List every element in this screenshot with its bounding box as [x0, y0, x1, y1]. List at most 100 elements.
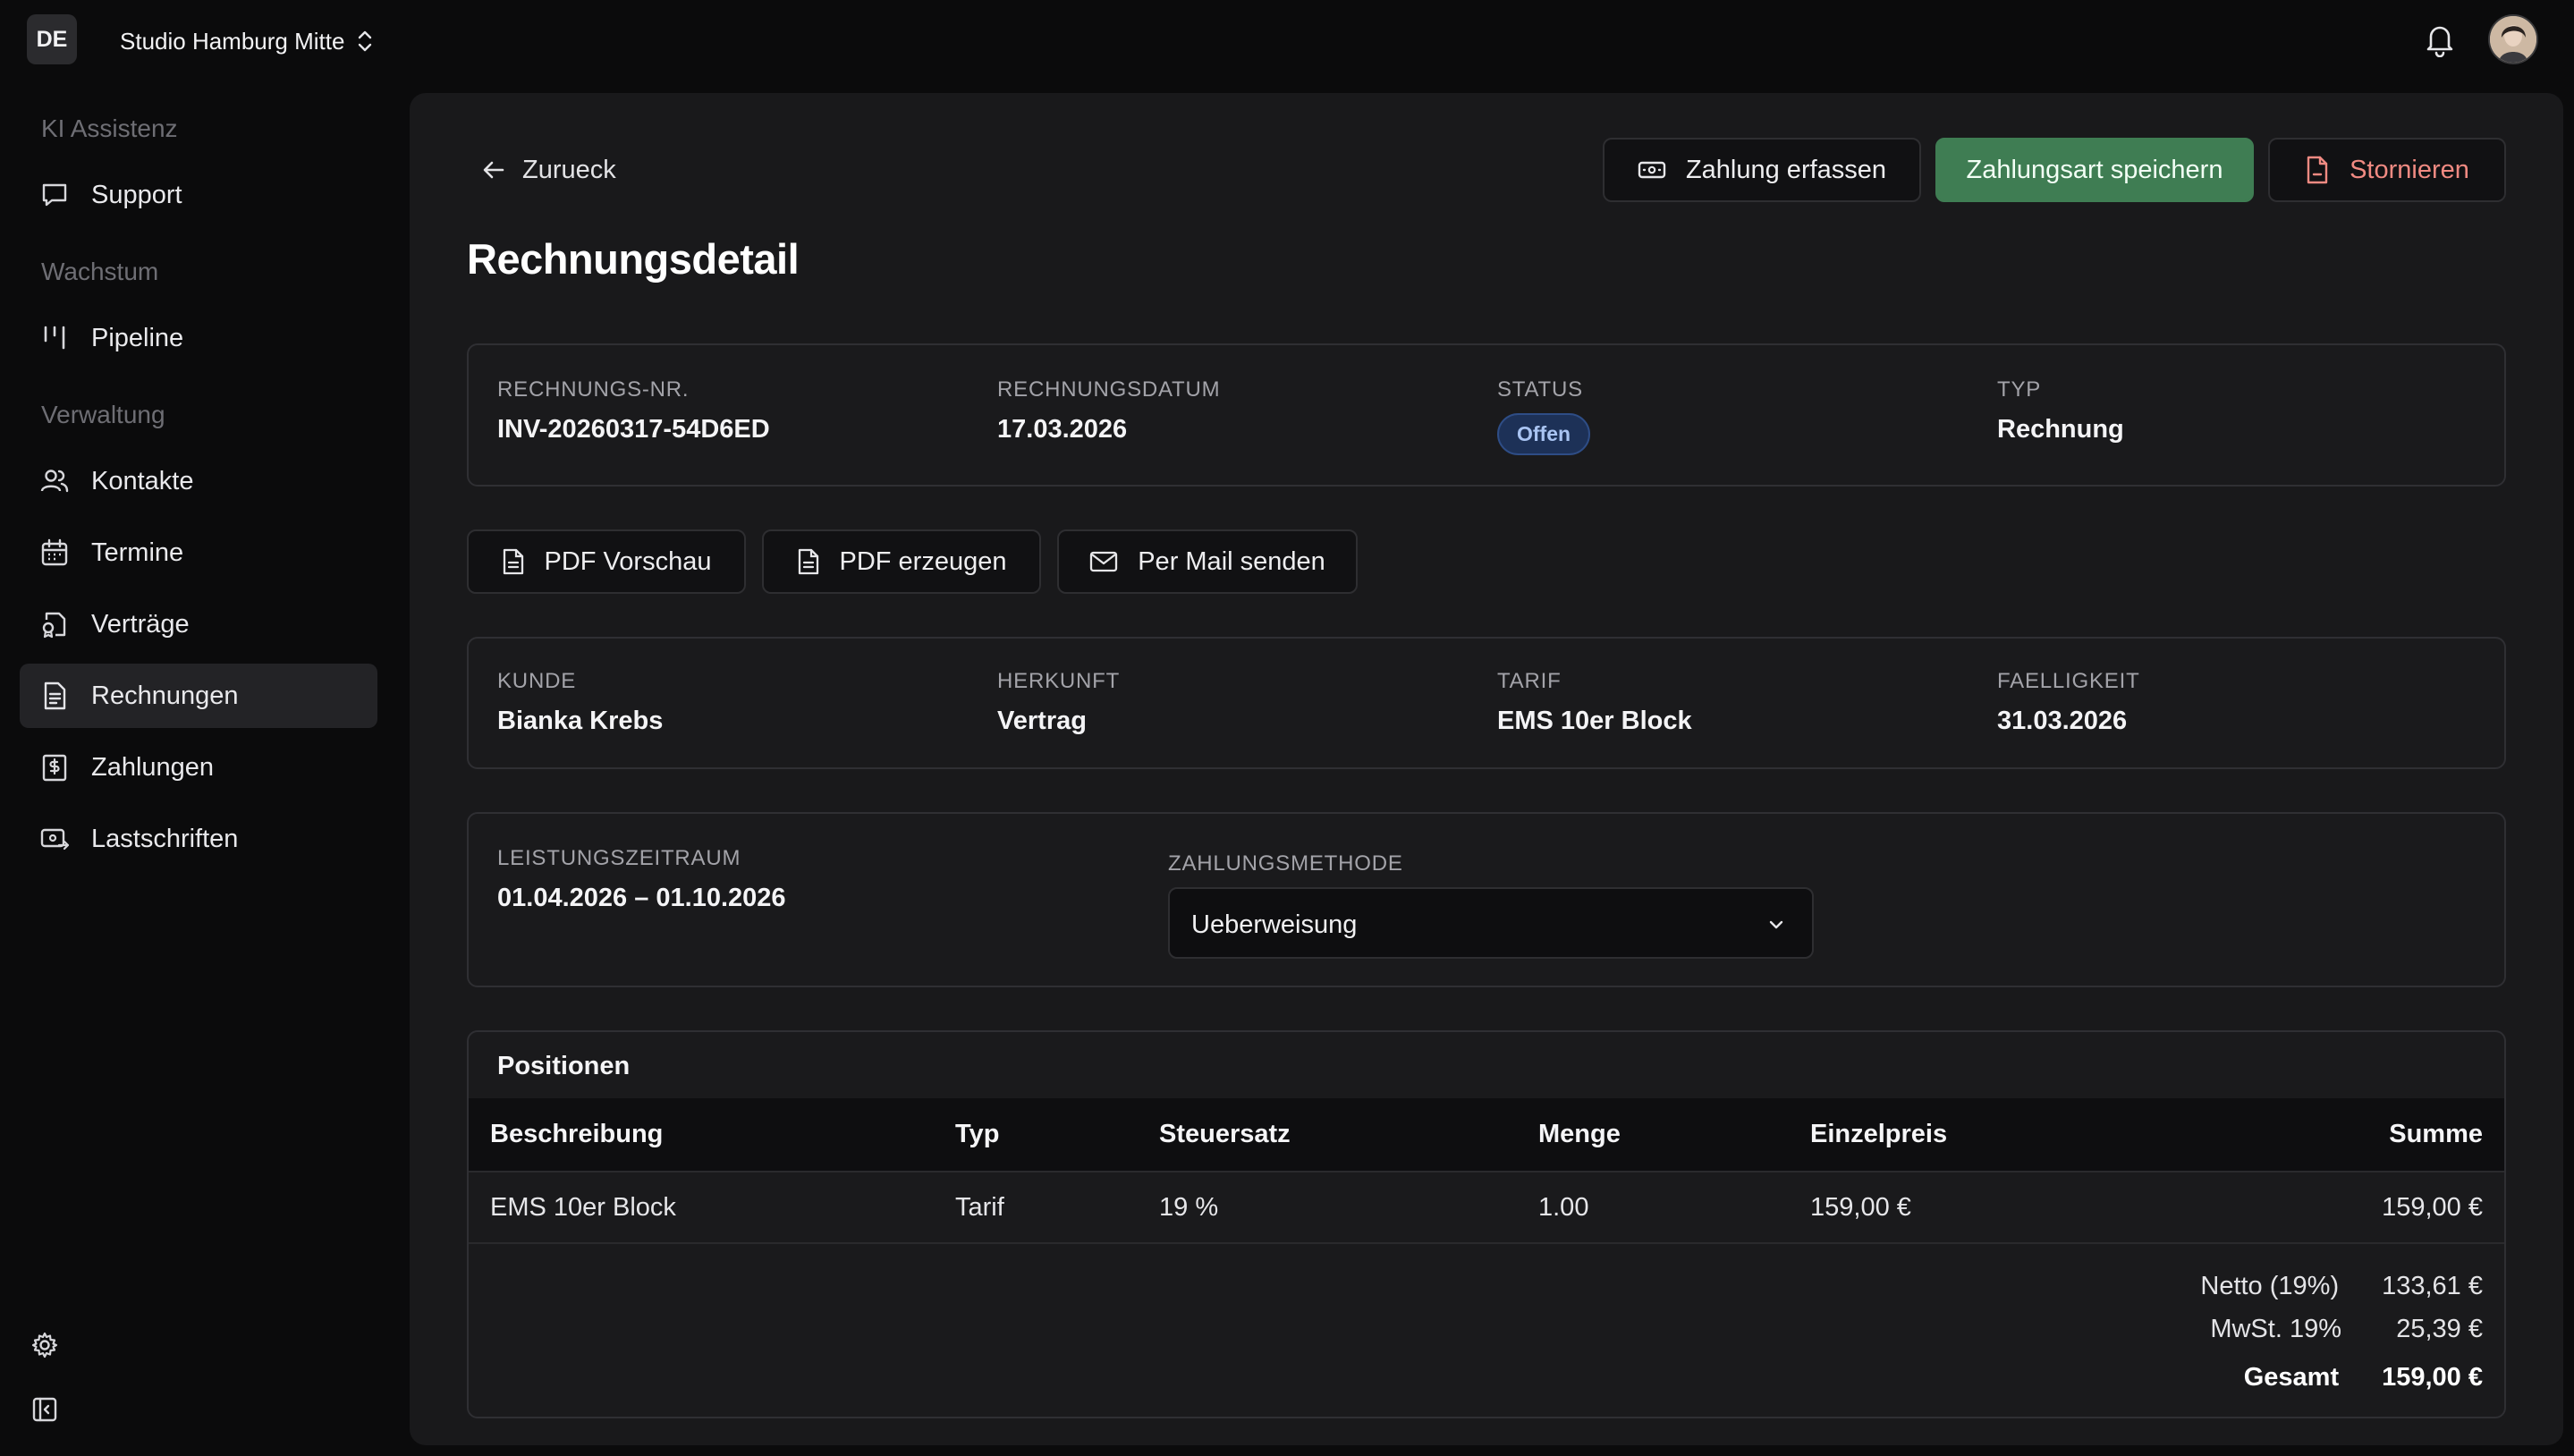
save-payment-method-button[interactable]: Zahlungsart speichern — [1935, 138, 2254, 202]
sidebar-item-kontakte[interactable]: Kontakte — [20, 449, 377, 513]
avatar[interactable] — [2488, 14, 2538, 64]
chevron-up-down-icon — [355, 28, 375, 55]
status-badge: Offen — [1497, 413, 1591, 455]
invoice-date-label: RECHNUNGSDATUM — [997, 377, 1221, 402]
customer-label: KUNDE — [497, 669, 577, 693]
vat-label: MwSt. 19% — [2210, 1315, 2341, 1343]
table-header-row: Beschreibung Typ Steuersatz Menge Einzel… — [469, 1098, 2504, 1172]
origin-field: HERKUNFT Vertrag — [997, 669, 1120, 736]
table-cell: 159,00 € — [1810, 1192, 1911, 1222]
page-title: Rechnungsdetail — [467, 235, 800, 283]
sidebar-item-label: Kontakte — [91, 466, 194, 495]
sidebar-item-label: Verträge — [91, 609, 190, 639]
net-total-row: Netto (19%) 133,61 € — [2200, 1272, 2483, 1301]
contract-icon — [39, 609, 70, 639]
org-badge[interactable]: DE — [27, 14, 77, 64]
mail-icon — [1089, 550, 1118, 573]
sidebar-item-zahlungen[interactable]: Zahlungen — [20, 735, 377, 800]
net-label: Netto (19%) — [2200, 1272, 2340, 1300]
grand-total-label: Gesamt — [2243, 1363, 2340, 1392]
sidebar-item-label: Support — [91, 180, 182, 209]
column-header: Menge — [1538, 1120, 1621, 1148]
column-header: Steuersatz — [1159, 1120, 1291, 1148]
origin-value: Vertrag — [997, 707, 1087, 735]
invoice-summary-card: RECHNUNGS-NR. INV-20260317-54D6ED RECHNU… — [467, 343, 2506, 487]
sidebar-item-support[interactable]: Support — [20, 163, 377, 227]
pipeline-icon — [39, 323, 70, 353]
sidebar-item-label: Termine — [91, 538, 184, 567]
document-icon — [502, 548, 525, 575]
due-date-label: FAELLIGKEIT — [1997, 669, 2140, 693]
due-date-field: FAELLIGKEIT 31.03.2026 — [1997, 669, 2140, 736]
document-cancel-icon — [2305, 156, 2330, 184]
table-cell: 1.00 — [1538, 1192, 1589, 1222]
service-period-card: LEISTUNGSZEITRAUM 01.04.2026 – 01.10.202… — [467, 812, 2506, 987]
due-date-value: 31.03.2026 — [1997, 707, 2128, 735]
chat-icon — [39, 180, 70, 210]
table-cell: 159,00 € — [2382, 1192, 2483, 1222]
invoice-number-field: RECHNUNGS-NR. INV-20260317-54D6ED — [497, 377, 770, 444]
send-mail-label: Per Mail senden — [1138, 546, 1325, 576]
nav-group-ki-assistenz: KI Assistenz — [41, 114, 178, 142]
cash-icon — [1638, 159, 1666, 181]
pdf-generate-label: PDF erzeugen — [839, 546, 1007, 576]
top-bar: DE Studio Hamburg Mitte — [0, 0, 2574, 93]
type-value: Rechnung — [1997, 415, 2124, 444]
table-cell: Tarif — [955, 1192, 1004, 1222]
sidebar-collapse-icon[interactable] — [30, 1395, 59, 1424]
save-payment-method-label: Zahlungsart speichern — [1966, 155, 2223, 184]
service-period-value: 01.04.2026 – 01.10.2026 — [497, 884, 786, 912]
vat-value: 25,39 € — [2396, 1315, 2483, 1343]
record-payment-button[interactable]: Zahlung erfassen — [1603, 138, 1921, 202]
customer-value: Bianka Krebs — [497, 707, 664, 735]
org-name: Studio Hamburg Mitte — [120, 27, 345, 55]
grand-total-row: Gesamt 159,00 € — [2244, 1363, 2483, 1393]
back-link[interactable]: Zurueck — [481, 150, 616, 190]
invoice-date-value: 17.03.2026 — [997, 415, 1128, 444]
org-switcher[interactable]: Studio Hamburg Mitte — [120, 23, 375, 59]
status-label: STATUS — [1497, 377, 1583, 402]
document-icon — [797, 548, 820, 575]
payment-method-select[interactable]: Ueberweisung — [1168, 887, 1814, 959]
type-field: TYP Rechnung — [1997, 377, 2124, 444]
pdf-preview-label: PDF Vorschau — [544, 546, 712, 576]
table-cell: EMS 10er Block — [490, 1192, 676, 1222]
tariff-field: TARIF EMS 10er Block — [1497, 669, 1692, 736]
status-field: STATUS Offen — [1497, 377, 1591, 455]
column-header: Typ — [955, 1120, 1000, 1148]
bell-icon[interactable] — [2424, 21, 2456, 57]
column-header: Beschreibung — [490, 1120, 664, 1148]
column-header: Einzelpreis — [1810, 1120, 1948, 1148]
pdf-generate-button[interactable]: PDF erzeugen — [762, 529, 1041, 594]
invoice-details-card: KUNDE Bianka Krebs HERKUNFT Vertrag TARI… — [467, 637, 2506, 769]
sidebar-item-vertraege[interactable]: Verträge — [20, 592, 377, 656]
sidebar-item-rechnungen[interactable]: Rechnungen — [20, 664, 377, 728]
grand-total-value: 159,00 € — [2382, 1363, 2483, 1392]
invoice-number-value: INV-20260317-54D6ED — [497, 415, 770, 444]
sidebar-item-pipeline[interactable]: Pipeline — [20, 306, 377, 370]
cancel-invoice-button[interactable]: Stornieren — [2268, 138, 2506, 202]
sidebar-item-label: Zahlungen — [91, 752, 215, 782]
invoice-date-field: RECHNUNGSDATUM 17.03.2026 — [997, 377, 1220, 444]
record-payment-label: Zahlung erfassen — [1685, 155, 1887, 184]
tariff-label: TARIF — [1497, 669, 1562, 693]
type-label: TYP — [1997, 377, 2042, 402]
sidebar: KI Assistenz Support Wachstum Pipeline V… — [0, 93, 402, 1456]
direct-debit-icon — [39, 824, 70, 854]
pdf-preview-button[interactable]: PDF Vorschau — [467, 529, 746, 594]
sidebar-item-lastschriften[interactable]: Lastschriften — [20, 807, 377, 871]
sidebar-item-termine[interactable]: Termine — [20, 521, 377, 585]
payment-method-field: ZAHLUNGSMETHODE — [1168, 851, 1403, 876]
sidebar-item-label: Rechnungen — [91, 681, 239, 710]
chevron-down-icon — [1764, 912, 1789, 937]
net-value: 133,61 € — [2382, 1272, 2483, 1300]
cancel-invoice-label: Stornieren — [2350, 155, 2469, 184]
gear-icon[interactable] — [30, 1331, 59, 1359]
send-mail-button[interactable]: Per Mail senden — [1057, 529, 1358, 594]
invoice-number-label: RECHNUNGS-NR. — [497, 377, 690, 402]
payment-icon — [39, 752, 70, 783]
tariff-value: EMS 10er Block — [1497, 707, 1692, 735]
sidebar-item-label: Lastschriften — [91, 824, 239, 853]
positions-table: Beschreibung Typ Steuersatz Menge Einzel… — [469, 1098, 2504, 1244]
service-period-field: LEISTUNGSZEITRAUM 01.04.2026 – 01.10.202… — [497, 846, 786, 913]
